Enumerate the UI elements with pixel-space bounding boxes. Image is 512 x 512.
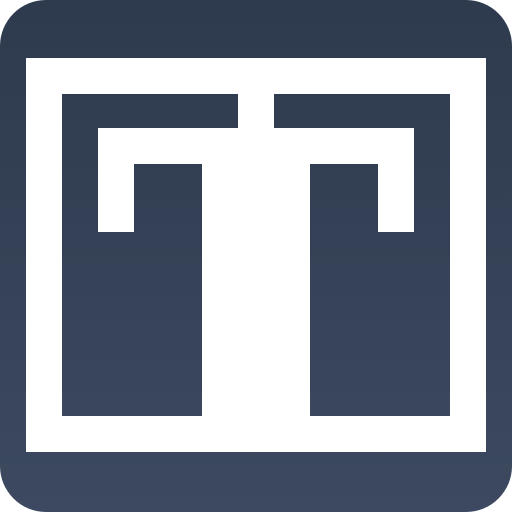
left-hook-inner: [202, 164, 238, 416]
center-divider: [238, 94, 274, 416]
app-icon: [0, 0, 512, 512]
greek-key-frame-icon: [0, 0, 512, 512]
right-hook-inner: [274, 164, 310, 416]
